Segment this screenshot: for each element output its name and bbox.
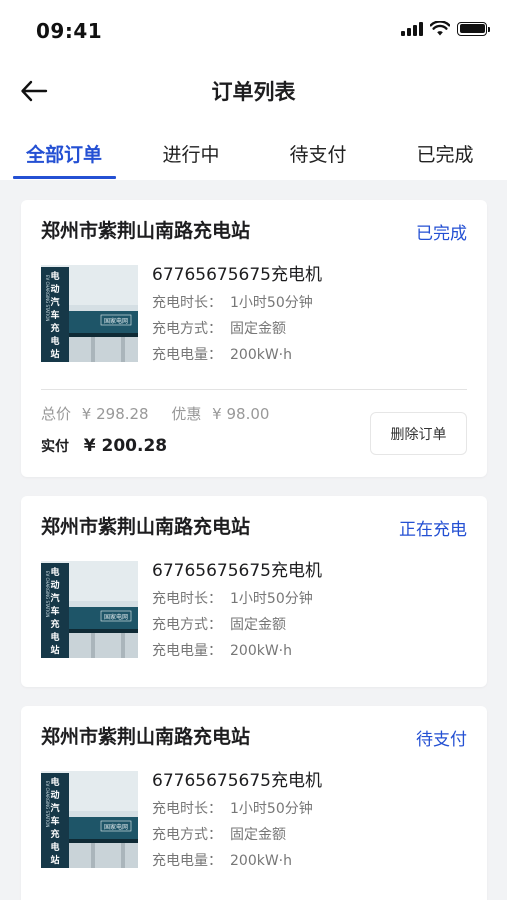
svg-text:站: 站 bbox=[50, 854, 59, 866]
tab-pending-payment[interactable]: 待支付 bbox=[268, 140, 368, 167]
mode-label: 充电方式： bbox=[152, 321, 222, 337]
svg-text:动: 动 bbox=[50, 790, 59, 801]
mode-label: 充电方式： bbox=[152, 617, 222, 633]
mode-row: 充电方式： 固定金额 bbox=[152, 614, 286, 634]
energy-row: 充电电量： 200kW·h bbox=[152, 640, 292, 660]
station-thumbnail: 国家电网 电 动 汽 车 充 电 站 EV CHARGING STATION bbox=[41, 771, 138, 868]
status-icons bbox=[401, 21, 490, 36]
discount-value: ¥ 98.00 bbox=[212, 405, 270, 423]
svg-text:车: 车 bbox=[50, 309, 59, 321]
duration-label: 充电时长： bbox=[152, 591, 222, 607]
svg-text:电: 电 bbox=[50, 335, 59, 347]
duration-label: 充电时长： bbox=[152, 295, 222, 311]
status-time: 09:41 bbox=[36, 19, 103, 43]
station-thumbnail: 国家电网 电 动 汽 车 充 电 站 EV CHARGING STATION bbox=[41, 265, 138, 362]
mode-row: 充电方式： 固定金额 bbox=[152, 318, 286, 338]
tab-all-orders[interactable]: 全部订单 bbox=[14, 140, 114, 167]
duration-value: 1小时50分钟 bbox=[230, 295, 313, 311]
svg-text:车: 车 bbox=[50, 605, 59, 617]
nav-bar: 订单列表 bbox=[0, 62, 507, 120]
energy-label: 充电电量： bbox=[152, 853, 222, 869]
svg-text:站: 站 bbox=[50, 644, 59, 656]
mode-row: 充电方式： 固定金额 bbox=[152, 824, 286, 844]
svg-text:充: 充 bbox=[50, 618, 59, 630]
order-card[interactable]: 郑州市紫荆山南路充电站 已完成 国家电网 电 动 汽 车 充 电 站 EV CH… bbox=[21, 200, 487, 477]
status-bar: 09:41 bbox=[0, 0, 507, 62]
duration-row: 充电时长： 1小时50分钟 bbox=[152, 588, 313, 608]
svg-text:站: 站 bbox=[50, 348, 59, 360]
duration-value: 1小时50分钟 bbox=[230, 801, 313, 817]
svg-text:汽: 汽 bbox=[50, 296, 59, 308]
delete-order-button[interactable]: 删除订单 bbox=[370, 412, 467, 455]
sign-english-text: EV CHARGING STATION bbox=[45, 275, 50, 321]
svg-text:电: 电 bbox=[50, 270, 59, 282]
mode-label: 充电方式： bbox=[152, 827, 222, 843]
charger-id: 67765675675充电机 bbox=[152, 561, 322, 581]
paid-value: ¥ 200.28 bbox=[83, 436, 168, 456]
order-card[interactable]: 郑州市紫荆山南路充电站 待支付 国家电网 电 动 汽 车 充 电 站 EV CH… bbox=[21, 706, 487, 900]
svg-text:汽: 汽 bbox=[50, 592, 59, 604]
paid-label: 实付 bbox=[41, 439, 69, 455]
station-name: 郑州市紫荆山南路充电站 bbox=[41, 220, 251, 242]
price-summary: 总价 ¥ 298.28 优惠 ¥ 98.00 bbox=[41, 403, 275, 424]
battery-icon bbox=[457, 21, 490, 36]
station-name: 郑州市紫荆山南路充电站 bbox=[41, 726, 251, 748]
charger-id: 67765675675充电机 bbox=[152, 265, 322, 285]
paid-summary: 实付 ¥ 200.28 bbox=[41, 436, 167, 456]
page-title: 订单列表 bbox=[211, 80, 296, 104]
svg-text:充: 充 bbox=[50, 322, 59, 334]
duration-row: 充电时长： 1小时50分钟 bbox=[152, 292, 313, 312]
energy-row: 充电电量： 200kW·h bbox=[152, 344, 292, 364]
order-status: 已完成 bbox=[416, 224, 467, 244]
total-label: 总价 bbox=[41, 405, 72, 423]
tab-in-progress[interactable]: 进行中 bbox=[141, 140, 241, 167]
svg-text:动: 动 bbox=[50, 284, 59, 295]
divider bbox=[41, 389, 467, 390]
mode-value: 固定金额 bbox=[230, 617, 286, 633]
sign-english-text: EV CHARGING STATION bbox=[45, 571, 50, 617]
order-status: 待支付 bbox=[416, 730, 467, 750]
wifi-icon bbox=[430, 21, 450, 36]
canopy-sign-text: 国家电网 bbox=[104, 317, 128, 325]
energy-value: 200kW·h bbox=[230, 643, 292, 659]
tab-completed[interactable]: 已完成 bbox=[395, 140, 495, 167]
svg-text:电: 电 bbox=[50, 841, 59, 853]
order-card[interactable]: 郑州市紫荆山南路充电站 正在充电 国家电网 电 动 汽 车 充 电 站 EV C… bbox=[21, 496, 487, 687]
energy-row: 充电电量： 200kW·h bbox=[152, 850, 292, 870]
canopy-sign-text: 国家电网 bbox=[104, 613, 128, 621]
mode-value: 固定金额 bbox=[230, 827, 286, 843]
svg-text:动: 动 bbox=[50, 580, 59, 591]
order-tabs: 全部订单 进行中 待支付 已完成 bbox=[0, 130, 507, 180]
charger-id: 67765675675充电机 bbox=[152, 771, 322, 791]
sign-english-text: EV CHARGING STATION bbox=[45, 781, 50, 827]
energy-value: 200kW·h bbox=[230, 347, 292, 363]
active-tab-indicator bbox=[13, 176, 116, 179]
duration-value: 1小时50分钟 bbox=[230, 591, 313, 607]
svg-text:车: 车 bbox=[50, 815, 59, 827]
energy-value: 200kW·h bbox=[230, 853, 292, 869]
station-thumbnail: 国家电网 电 动 汽 车 充 电 站 EV CHARGING STATION bbox=[41, 561, 138, 658]
canopy-sign-text: 国家电网 bbox=[104, 823, 128, 831]
energy-label: 充电电量： bbox=[152, 643, 222, 659]
svg-text:电: 电 bbox=[50, 566, 59, 578]
duration-row: 充电时长： 1小时50分钟 bbox=[152, 798, 313, 818]
svg-text:充: 充 bbox=[50, 828, 59, 840]
station-name: 郑州市紫荆山南路充电站 bbox=[41, 516, 251, 538]
discount-label: 优惠 bbox=[171, 405, 202, 423]
order-status: 正在充电 bbox=[399, 520, 467, 540]
energy-label: 充电电量： bbox=[152, 347, 222, 363]
svg-text:汽: 汽 bbox=[50, 802, 59, 814]
total-value: ¥ 298.28 bbox=[81, 405, 149, 423]
duration-label: 充电时长： bbox=[152, 801, 222, 817]
cellular-signal-icon bbox=[401, 21, 423, 36]
svg-text:电: 电 bbox=[50, 631, 59, 643]
svg-text:电: 电 bbox=[50, 776, 59, 788]
header-area: 09:41 订单列表 全部订单 进行中 待支付 已完成 bbox=[0, 0, 507, 180]
mode-value: 固定金额 bbox=[230, 321, 286, 337]
